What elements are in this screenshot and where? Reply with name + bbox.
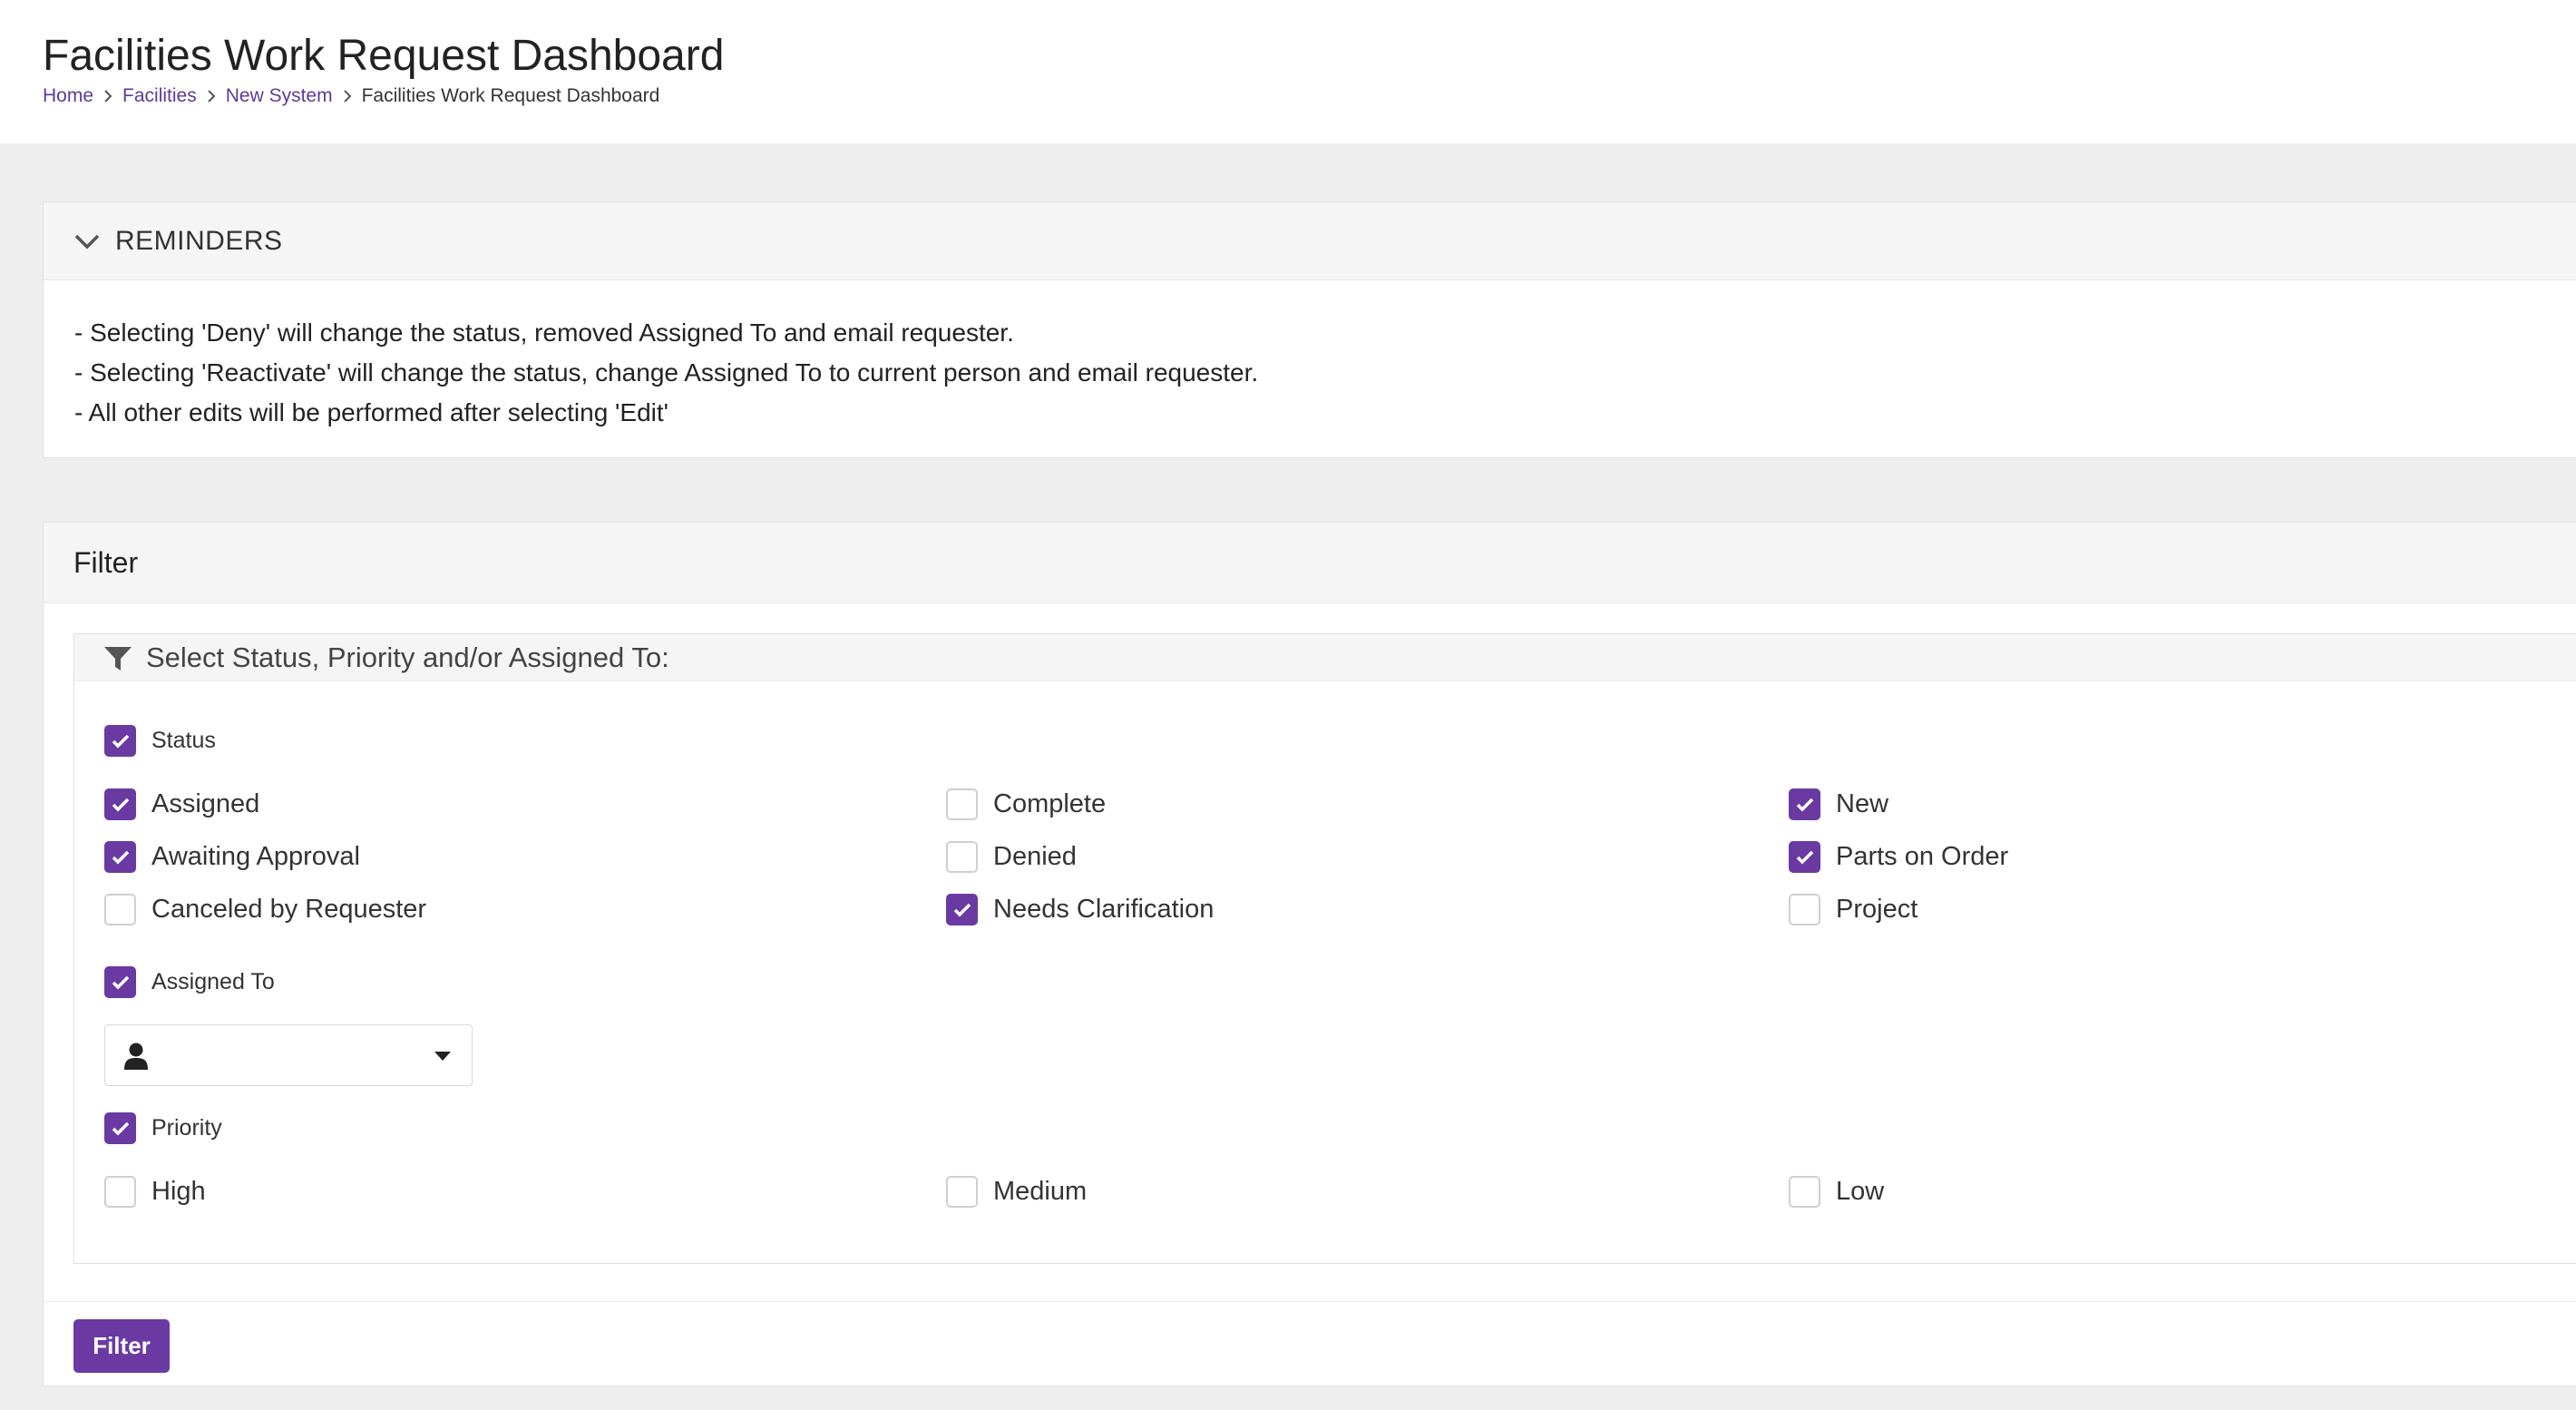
filter-panel: Filter Select Status, Priority and/or As… [43,522,2576,1386]
status-option-box[interactable] [946,894,978,925]
status-option-box[interactable] [1789,894,1820,925]
check-icon [1796,798,1813,811]
priority-group-box[interactable] [104,1112,136,1144]
status-option-awaiting-approval[interactable]: Awaiting Approval [104,841,360,873]
priority-option-medium[interactable]: Medium [946,1176,1087,1208]
filter-header: Filter [44,523,2576,603]
filter-button[interactable]: Filter [73,1319,170,1373]
priority-option-box[interactable] [1789,1176,1820,1208]
check-icon [1796,850,1813,864]
status-option-new[interactable]: New [1789,788,1888,820]
breadcrumb-current: Facilities Work Request Dashboard [361,85,660,106]
check-icon [112,1121,129,1135]
status-group-label: Status [151,728,216,753]
check-icon [112,975,129,989]
check-icon [112,850,129,864]
chevron-right-icon [208,90,216,103]
reminders-title: REMINDERS [115,226,283,256]
breadcrumb-home-link[interactable]: Home [43,85,93,107]
priority-group-checkbox[interactable]: Priority [104,1112,222,1144]
chevron-down-icon[interactable] [73,230,102,253]
status-option-box[interactable] [946,841,978,873]
breadcrumb: Home Facilities New System Facilities Wo… [43,83,659,109]
filter-title: Filter [73,546,139,579]
status-option-box[interactable] [946,788,978,820]
caret-down-icon[interactable] [434,1051,452,1062]
reminder-line-deny: - Selecting 'Deny' will change the statu… [74,318,1014,347]
status-option-assigned[interactable]: Assigned [104,788,259,820]
filter-criteria-box: Select Status, Priority and/or Assigned … [73,633,2576,1264]
breadcrumb-facilities-link[interactable]: Facilities [122,85,197,107]
chevron-right-icon [343,90,351,103]
status-option-box[interactable] [1789,841,1820,873]
page-header: Facilities Work Request Dashboard Home F… [0,0,2576,143]
check-icon [112,798,129,811]
user-icon [124,1043,148,1070]
assigned-to-select[interactable] [104,1024,473,1086]
check-icon [112,734,129,748]
priority-option-high[interactable]: High [104,1176,206,1208]
reminders-header[interactable]: REMINDERS [44,202,2576,280]
status-group-box[interactable] [104,725,136,757]
status-option-denied[interactable]: Denied [946,841,1077,873]
reminders-panel: REMINDERS - Selecting 'Deny' will change… [43,201,2576,458]
check-icon [953,903,971,916]
assigned-to-group-label: Assigned To [151,969,275,994]
status-option-box[interactable] [1789,788,1820,820]
status-option-label: New [1836,789,1889,818]
priority-group-label: Priority [151,1115,222,1141]
status-option-parts-on-order[interactable]: Parts on Order [1789,841,2008,873]
status-option-box[interactable] [104,841,136,873]
priority-option-low[interactable]: Low [1789,1176,1884,1208]
status-option-complete[interactable]: Complete [946,788,1106,820]
page-title: Facilities Work Request Dashboard [43,32,725,80]
reminders-list: - Selecting 'Deny' will change the statu… [74,313,1258,433]
status-option-label: Awaiting Approval [151,842,361,871]
funnel-icon [104,647,132,671]
priority-option-box[interactable] [104,1176,136,1208]
status-option-project[interactable]: Project [1789,894,1917,925]
status-option-label: Assigned [151,789,260,818]
assigned-to-group-box[interactable] [104,966,136,998]
filter-footer-divider [44,1301,2576,1302]
status-option-box[interactable] [104,894,136,925]
status-option-label: Project [1836,895,1918,924]
status-option-label: Complete [993,789,1107,818]
priority-option-box[interactable] [946,1176,978,1208]
filter-criteria-header: Select Status, Priority and/or Assigned … [74,634,2576,681]
status-option-canceled-by-requester[interactable]: Canceled by Requester [104,894,426,925]
status-group-checkbox[interactable]: Status [104,725,216,757]
status-option-label: Canceled by Requester [151,895,427,924]
status-option-label: Denied [993,842,1077,871]
reminder-line-edit: - All other edits will be performed afte… [74,398,668,426]
filter-criteria-title: Select Status, Priority and/or Assigned … [146,641,669,673]
priority-option-label: Medium [993,1177,1088,1206]
status-option-label: Parts on Order [1836,842,2009,871]
status-option-needs-clarification[interactable]: Needs Clarification [946,894,1214,925]
breadcrumb-new-system-link[interactable]: New System [226,85,333,107]
priority-option-label: High [151,1177,206,1206]
priority-option-label: Low [1836,1177,1885,1206]
assigned-to-group-checkbox[interactable]: Assigned To [104,966,275,998]
chevron-right-icon [104,90,112,103]
reminder-line-reactivate: - Selecting 'Reactivate' will change the… [74,358,1259,387]
status-option-label: Needs Clarification [993,895,1215,924]
status-option-box[interactable] [104,788,136,820]
